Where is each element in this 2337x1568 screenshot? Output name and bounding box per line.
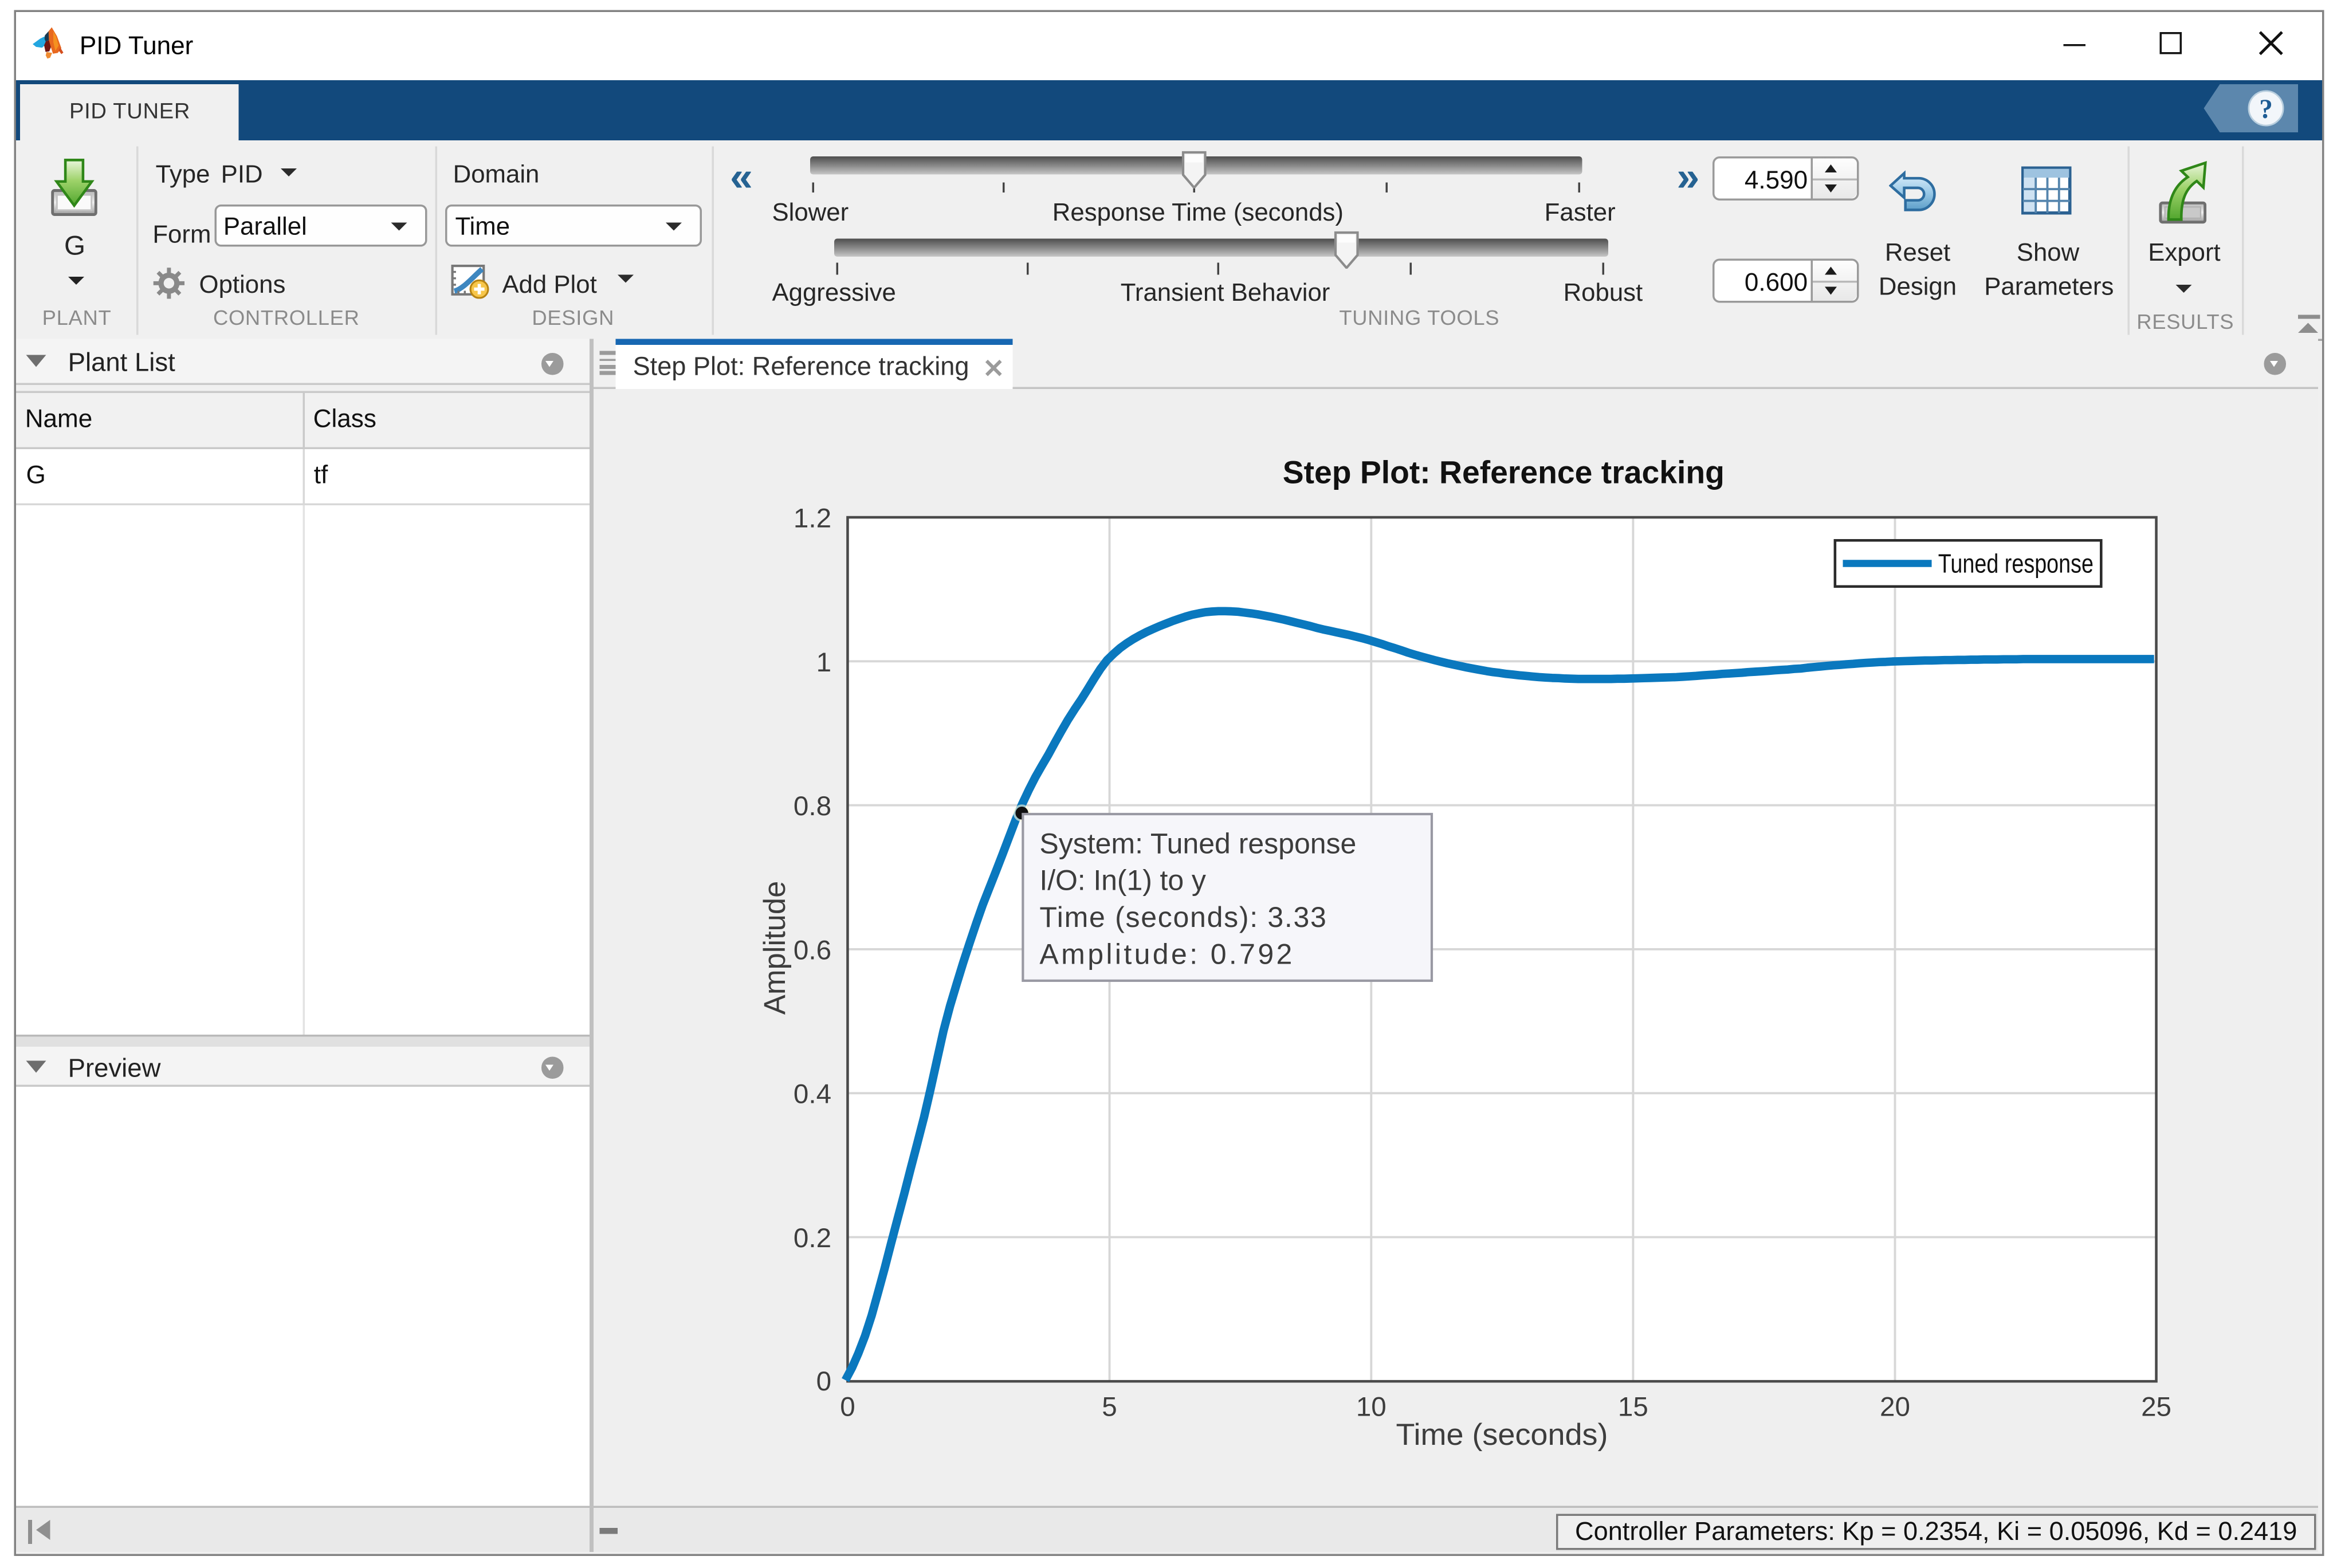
svg-text:Tuned response: Tuned response <box>1939 549 2094 579</box>
svg-text:1.2: 1.2 <box>794 504 832 534</box>
svg-text:?: ? <box>2260 94 2273 124</box>
svg-text:10: 10 <box>1357 1392 1387 1422</box>
svg-text:Amplitude: Amplitude <box>759 881 792 1015</box>
svg-text:I/O: In(1) to y: I/O: In(1) to y <box>1040 864 1207 897</box>
svg-text:0.4: 0.4 <box>794 1079 832 1110</box>
svg-text:25: 25 <box>2142 1392 2172 1422</box>
svg-text:1: 1 <box>817 647 832 678</box>
svg-text:System: Tuned response: System: Tuned response <box>1040 828 1357 860</box>
svg-text:0.6: 0.6 <box>794 936 832 966</box>
svg-text:0: 0 <box>817 1367 832 1397</box>
svg-text:15: 15 <box>1619 1392 1649 1422</box>
svg-text:0: 0 <box>840 1392 855 1422</box>
svg-text:Amplitude: 0.792: Amplitude: 0.792 <box>1040 938 1293 970</box>
svg-text:0.2: 0.2 <box>794 1224 832 1254</box>
svg-text:0.8: 0.8 <box>794 792 832 822</box>
svg-text:Time (seconds): 3.33: Time (seconds): 3.33 <box>1040 902 1327 934</box>
svg-text:20: 20 <box>1880 1392 1911 1422</box>
svg-text:5: 5 <box>1102 1392 1117 1422</box>
svg-text:Time (seconds): Time (seconds) <box>1397 1418 1609 1452</box>
